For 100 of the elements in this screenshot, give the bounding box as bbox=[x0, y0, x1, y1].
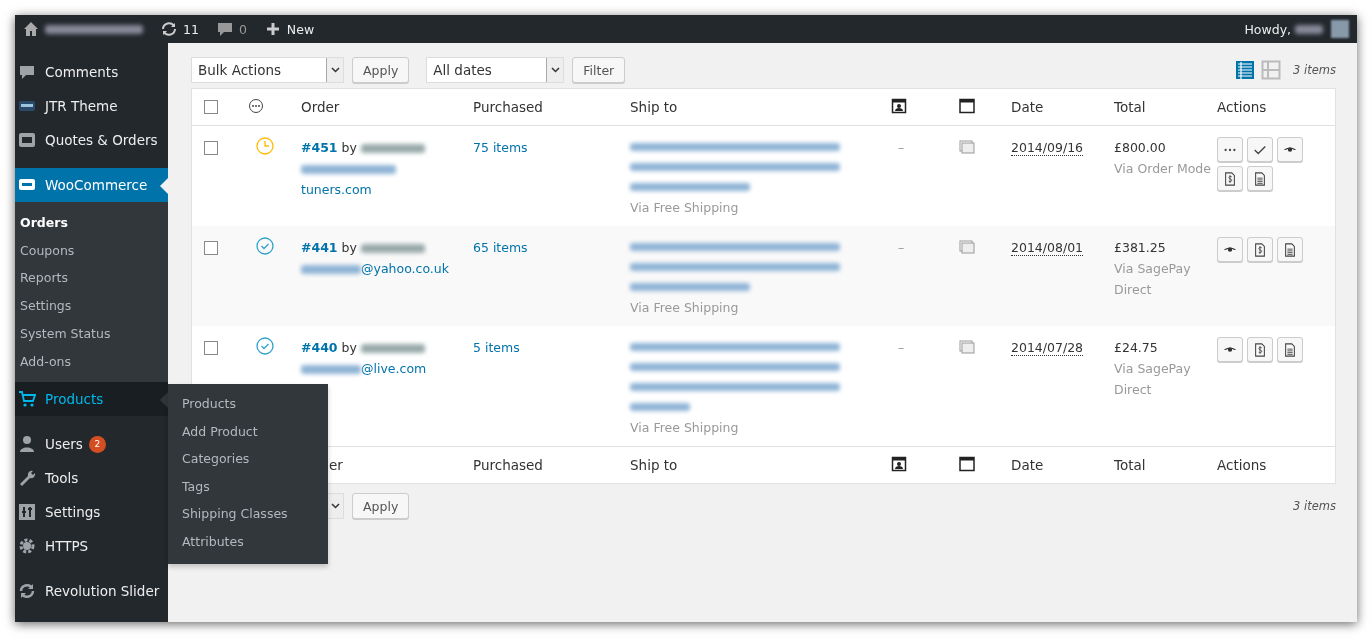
home-icon[interactable] bbox=[23, 21, 39, 37]
menu-item[interactable]: Tools bbox=[15, 461, 168, 496]
window-icon bbox=[959, 455, 975, 472]
email-link[interactable]: tuners.com bbox=[301, 182, 372, 197]
menu-item[interactable]: JTR Theme bbox=[15, 89, 168, 123]
flyout-item[interactable]: Attributes bbox=[168, 527, 328, 556]
action-button[interactable] bbox=[1217, 337, 1243, 362]
flyout-item[interactable]: Categories bbox=[168, 445, 328, 473]
menu-icon bbox=[18, 503, 36, 522]
row-checkbox[interactable] bbox=[204, 141, 218, 155]
plus-icon[interactable] bbox=[264, 21, 281, 37]
blurred-address-line bbox=[630, 403, 690, 411]
column-header[interactable]: Purchased bbox=[473, 457, 543, 473]
menu-icon bbox=[18, 582, 36, 601]
action-button[interactable] bbox=[1217, 237, 1243, 262]
menu-item[interactable]: Comments bbox=[15, 55, 168, 89]
apply-button[interactable]: Apply bbox=[352, 57, 410, 83]
flyout-item[interactable]: Add Product bbox=[168, 417, 328, 446]
flyout-item[interactable]: Products bbox=[168, 390, 328, 418]
greeting-text[interactable]: Howdy, bbox=[1244, 21, 1291, 37]
flyout-item[interactable]: Tags bbox=[168, 472, 328, 501]
action-button[interactable] bbox=[1247, 166, 1273, 191]
menu-icon bbox=[18, 537, 36, 556]
column-header[interactable]: Order bbox=[301, 99, 340, 115]
order-date: 2014/07/28 bbox=[1011, 340, 1084, 356]
submenu-item[interactable]: System Status bbox=[15, 319, 168, 348]
column-header[interactable]: Actions bbox=[1217, 457, 1267, 473]
email-link[interactable]: @live.com bbox=[361, 361, 427, 376]
menu-item[interactable]: HTTPS bbox=[15, 529, 168, 564]
action-button[interactable] bbox=[1247, 337, 1273, 362]
column-header[interactable]: Date bbox=[1011, 457, 1044, 473]
apply-button[interactable]: Apply bbox=[352, 493, 410, 519]
column-header[interactable]: Actions bbox=[1217, 99, 1267, 115]
submenu-item[interactable]: Settings bbox=[15, 292, 168, 320]
message-dash: – bbox=[898, 140, 905, 155]
action-button[interactable] bbox=[1217, 166, 1243, 191]
column-header[interactable]: er bbox=[329, 457, 343, 473]
blurred-email-part bbox=[301, 265, 361, 274]
action-button[interactable] bbox=[1277, 337, 1303, 362]
items-link[interactable]: 75 items bbox=[473, 140, 528, 155]
blurred-customer-name bbox=[360, 244, 425, 253]
items-link[interactable]: 5 items bbox=[473, 340, 520, 355]
order-total: £800.00 bbox=[1114, 139, 1167, 157]
submenu-item[interactable]: Reports bbox=[15, 264, 168, 293]
menu-item[interactable]: Quotes & Orders bbox=[15, 123, 168, 157]
order-link[interactable]: #440 bbox=[301, 340, 338, 355]
row-checkbox[interactable] bbox=[204, 341, 218, 355]
order-link[interactable]: #441 bbox=[301, 240, 338, 255]
order-link[interactable]: #451 bbox=[301, 140, 338, 155]
submenu-item[interactable]: Coupons bbox=[15, 236, 168, 265]
column-header[interactable]: Total bbox=[1114, 99, 1146, 115]
row-checkbox[interactable] bbox=[204, 241, 218, 255]
new-link[interactable]: New bbox=[286, 21, 315, 37]
submenu-item[interactable]: Orders bbox=[15, 209, 168, 237]
column-header[interactable]: Ship to bbox=[630, 457, 678, 473]
date-filter-select[interactable]: All dates bbox=[426, 57, 565, 83]
menu-icon bbox=[18, 131, 36, 149]
blurred-customer-name bbox=[360, 144, 425, 153]
items-link[interactable]: 65 items bbox=[473, 240, 528, 255]
status-column-icon bbox=[248, 97, 264, 114]
updates-count[interactable]: 11 bbox=[183, 21, 199, 37]
check-circle-icon bbox=[256, 237, 274, 255]
by-text: by bbox=[341, 240, 357, 255]
submenu-item[interactable]: Add-ons bbox=[15, 347, 168, 376]
filter-button[interactable]: Filter bbox=[572, 57, 626, 83]
shipping-method: Via Free Shipping bbox=[630, 199, 740, 217]
shipping-method: Via Free Shipping bbox=[630, 299, 740, 317]
comments-count[interactable]: 0 bbox=[238, 21, 247, 37]
bulk-actions-select[interactable]: Bulk Actions bbox=[191, 57, 344, 83]
by-text: by bbox=[341, 340, 357, 355]
comment-icon[interactable] bbox=[216, 21, 233, 37]
action-button[interactable] bbox=[1277, 237, 1303, 262]
column-header[interactable]: Date bbox=[1011, 99, 1044, 115]
dollar-document-icon bbox=[1253, 342, 1267, 357]
menu-item[interactable]: Settings bbox=[15, 495, 168, 530]
count-badge: 2 bbox=[88, 435, 106, 453]
document-icon bbox=[1253, 171, 1267, 186]
by-text: by bbox=[341, 140, 357, 155]
message-dash: – bbox=[898, 340, 905, 355]
column-header[interactable]: Total bbox=[1114, 457, 1146, 473]
flyout-item[interactable]: Shipping Classes bbox=[168, 500, 328, 528]
column-header[interactable]: Purchased bbox=[473, 99, 543, 115]
menu-item[interactable]: Products bbox=[15, 382, 168, 417]
select-all-checkbox[interactable] bbox=[204, 100, 218, 114]
menu-icon bbox=[18, 435, 36, 454]
action-button[interactable] bbox=[1277, 137, 1303, 162]
shipping-method: Via Free Shipping bbox=[630, 419, 740, 437]
items-count: 3 items bbox=[1293, 63, 1336, 77]
list-view-icon[interactable] bbox=[1235, 60, 1256, 80]
column-header[interactable]: Ship to bbox=[630, 99, 678, 115]
order-date: 2014/09/16 bbox=[1011, 140, 1084, 156]
blurred-user-name[interactable] bbox=[1295, 24, 1323, 34]
menu-item[interactable]: Revolution Slider bbox=[15, 574, 168, 609]
menu-item[interactable]: Users 2 bbox=[15, 427, 168, 462]
action-button[interactable] bbox=[1247, 237, 1273, 262]
caret-icon bbox=[550, 67, 560, 73]
menu-item[interactable]: WooCommerce bbox=[15, 168, 168, 202]
email-link[interactable]: @yahoo.co.uk bbox=[361, 261, 449, 276]
message-dash: – bbox=[898, 240, 905, 255]
refresh-icon[interactable] bbox=[161, 21, 177, 37]
